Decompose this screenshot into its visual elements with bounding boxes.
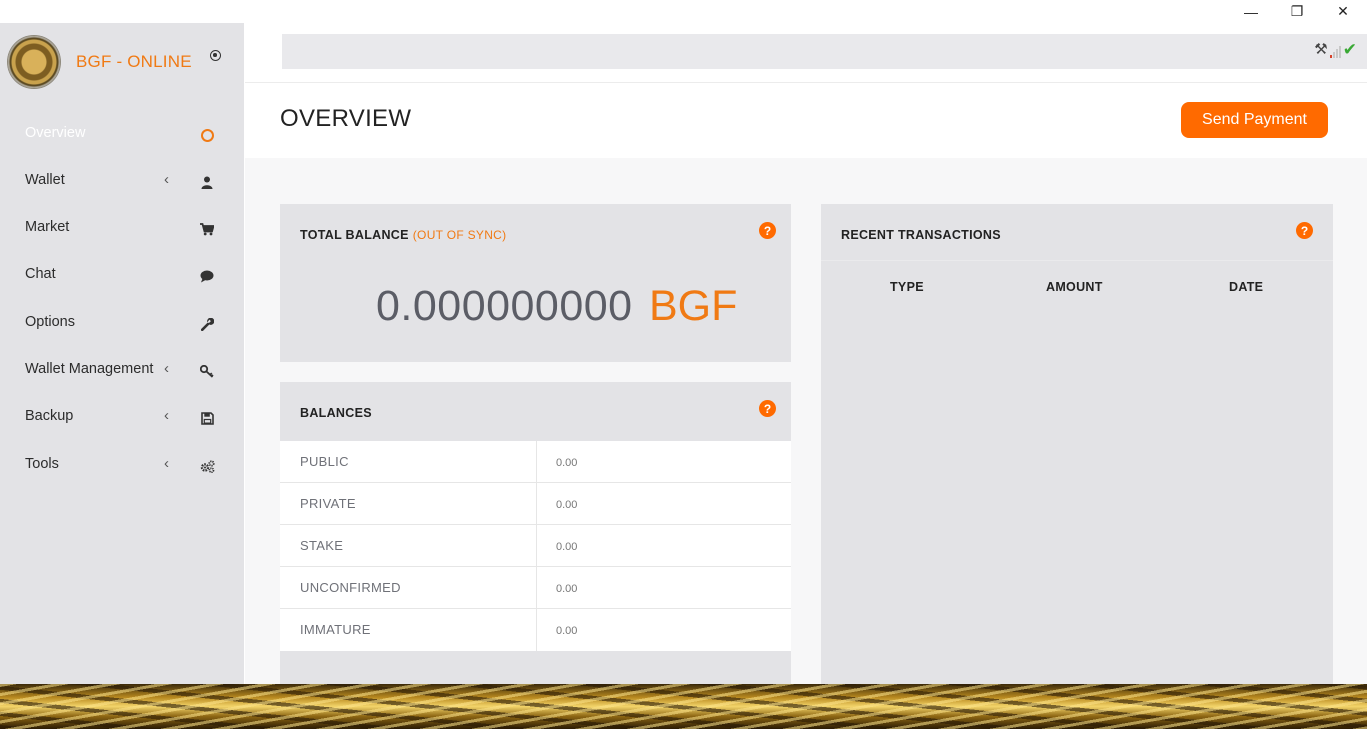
sidebar-item-wallet[interactable]: Wallet ‹	[0, 162, 244, 202]
sidebar-item-label: Chat	[25, 266, 56, 282]
balance-row-private: PRIVATE 0.00	[280, 483, 791, 525]
signal-bars-icon[interactable]	[1329, 44, 1341, 58]
total-balance-panel: TOTAL BALANCE (OUT OF SYNC) ? 0.000000000…	[280, 204, 791, 362]
recent-transactions-panel: RECENT TRANSACTIONS ? TYPE AMOUNT DATE	[821, 204, 1333, 684]
balance-value: 0.00	[556, 583, 578, 595]
balance-row-unconfirmed: UNCONFIRMED 0.00	[280, 567, 791, 609]
help-icon[interactable]: ?	[1296, 222, 1313, 239]
cart-icon	[199, 221, 215, 237]
app-logo	[8, 36, 60, 88]
panel-divider	[821, 260, 1333, 261]
minimize-button[interactable]: —	[1228, 0, 1274, 23]
chevron-left-icon: ‹	[164, 171, 169, 188]
sidebar-item-overview[interactable]: Overview	[0, 115, 244, 155]
status-icons: ⚒ ✔	[1314, 41, 1357, 58]
hammers-icon[interactable]: ⚒	[1314, 42, 1327, 58]
balance-value: 0.00	[556, 457, 578, 469]
balance-label: PUBLIC	[300, 454, 349, 469]
gold-background-image	[0, 684, 1367, 729]
user-icon	[199, 174, 215, 190]
total-balance-amount: 0.000000000	[376, 282, 633, 330]
wrench-icon	[199, 316, 215, 332]
sidebar-item-label: Wallet	[25, 172, 65, 188]
balance-value: 0.00	[556, 499, 578, 511]
total-balance-title: TOTAL BALANCE (OUT OF SYNC)	[300, 228, 506, 242]
balance-label: UNCONFIRMED	[300, 580, 401, 595]
column-header-amount[interactable]: AMOUNT	[1046, 280, 1103, 294]
help-icon[interactable]: ?	[759, 222, 776, 239]
send-payment-button[interactable]: Send Payment	[1181, 102, 1328, 138]
balance-label: PRIVATE	[300, 496, 356, 511]
sidebar-item-wallet-management[interactable]: Wallet Management ‹	[0, 351, 244, 391]
key-icon	[199, 363, 215, 379]
balances-title: BALANCES	[300, 406, 372, 420]
total-balance-currency: BGF	[649, 282, 738, 330]
balance-value: 0.00	[556, 541, 578, 553]
balance-value: 0.00	[556, 625, 578, 637]
sidebar-item-backup[interactable]: Backup ‹	[0, 398, 244, 438]
chevron-left-icon: ‹	[164, 360, 169, 377]
ring-icon	[199, 127, 215, 143]
sidebar-item-label: Market	[25, 219, 70, 235]
total-balance-label: TOTAL BALANCE	[300, 228, 409, 242]
window-titlebar: — ❐ ✕	[0, 0, 1367, 23]
header-divider	[245, 82, 1367, 83]
gears-icon	[199, 458, 215, 474]
floppy-disk-icon	[199, 410, 215, 426]
maximize-button[interactable]: ❐	[1274, 0, 1320, 23]
help-icon[interactable]: ?	[759, 400, 776, 417]
sidebar: BGF - ONLINE Overview Wallet ‹ Market Ch…	[0, 23, 244, 684]
column-header-date[interactable]: DATE	[1229, 280, 1263, 294]
sidebar-item-tools[interactable]: Tools ‹	[0, 446, 244, 486]
sidebar-item-label: Options	[25, 314, 75, 330]
balance-row-immature: IMMATURE 0.00	[280, 609, 791, 651]
status-bar: ⚒ ✔	[282, 34, 1367, 69]
sync-status-label: (OUT OF SYNC)	[412, 228, 507, 242]
target-icon[interactable]	[210, 50, 221, 61]
balance-row-stake: STAKE 0.00	[280, 525, 791, 567]
sidebar-item-label: Backup	[25, 408, 74, 424]
sidebar-item-market[interactable]: Market	[0, 209, 244, 249]
sidebar-item-options[interactable]: Options	[0, 304, 244, 344]
sidebar-item-label: Wallet Management	[25, 361, 154, 377]
balance-label: IMMATURE	[300, 622, 371, 637]
page-title: OVERVIEW	[280, 105, 412, 132]
sidebar-item-label: Tools	[25, 456, 59, 472]
brand-status: BGF - ONLINE	[76, 52, 192, 71]
checkmark-icon[interactable]: ✔	[1343, 41, 1357, 58]
close-button[interactable]: ✕	[1320, 0, 1366, 23]
balance-label: STAKE	[300, 538, 344, 553]
chevron-left-icon: ‹	[164, 407, 169, 424]
chevron-left-icon: ‹	[164, 455, 169, 472]
recent-transactions-title: RECENT TRANSACTIONS	[841, 228, 1001, 242]
chat-bubble-icon	[199, 268, 215, 284]
sidebar-item-chat[interactable]: Chat	[0, 256, 244, 296]
column-header-type[interactable]: TYPE	[890, 280, 924, 294]
sidebar-item-label: Overview	[25, 125, 86, 141]
balance-row-public: PUBLIC 0.00	[280, 441, 791, 483]
balances-panel: BALANCES ? PUBLIC 0.00 PRIVATE 0.00 STAK…	[280, 382, 791, 684]
